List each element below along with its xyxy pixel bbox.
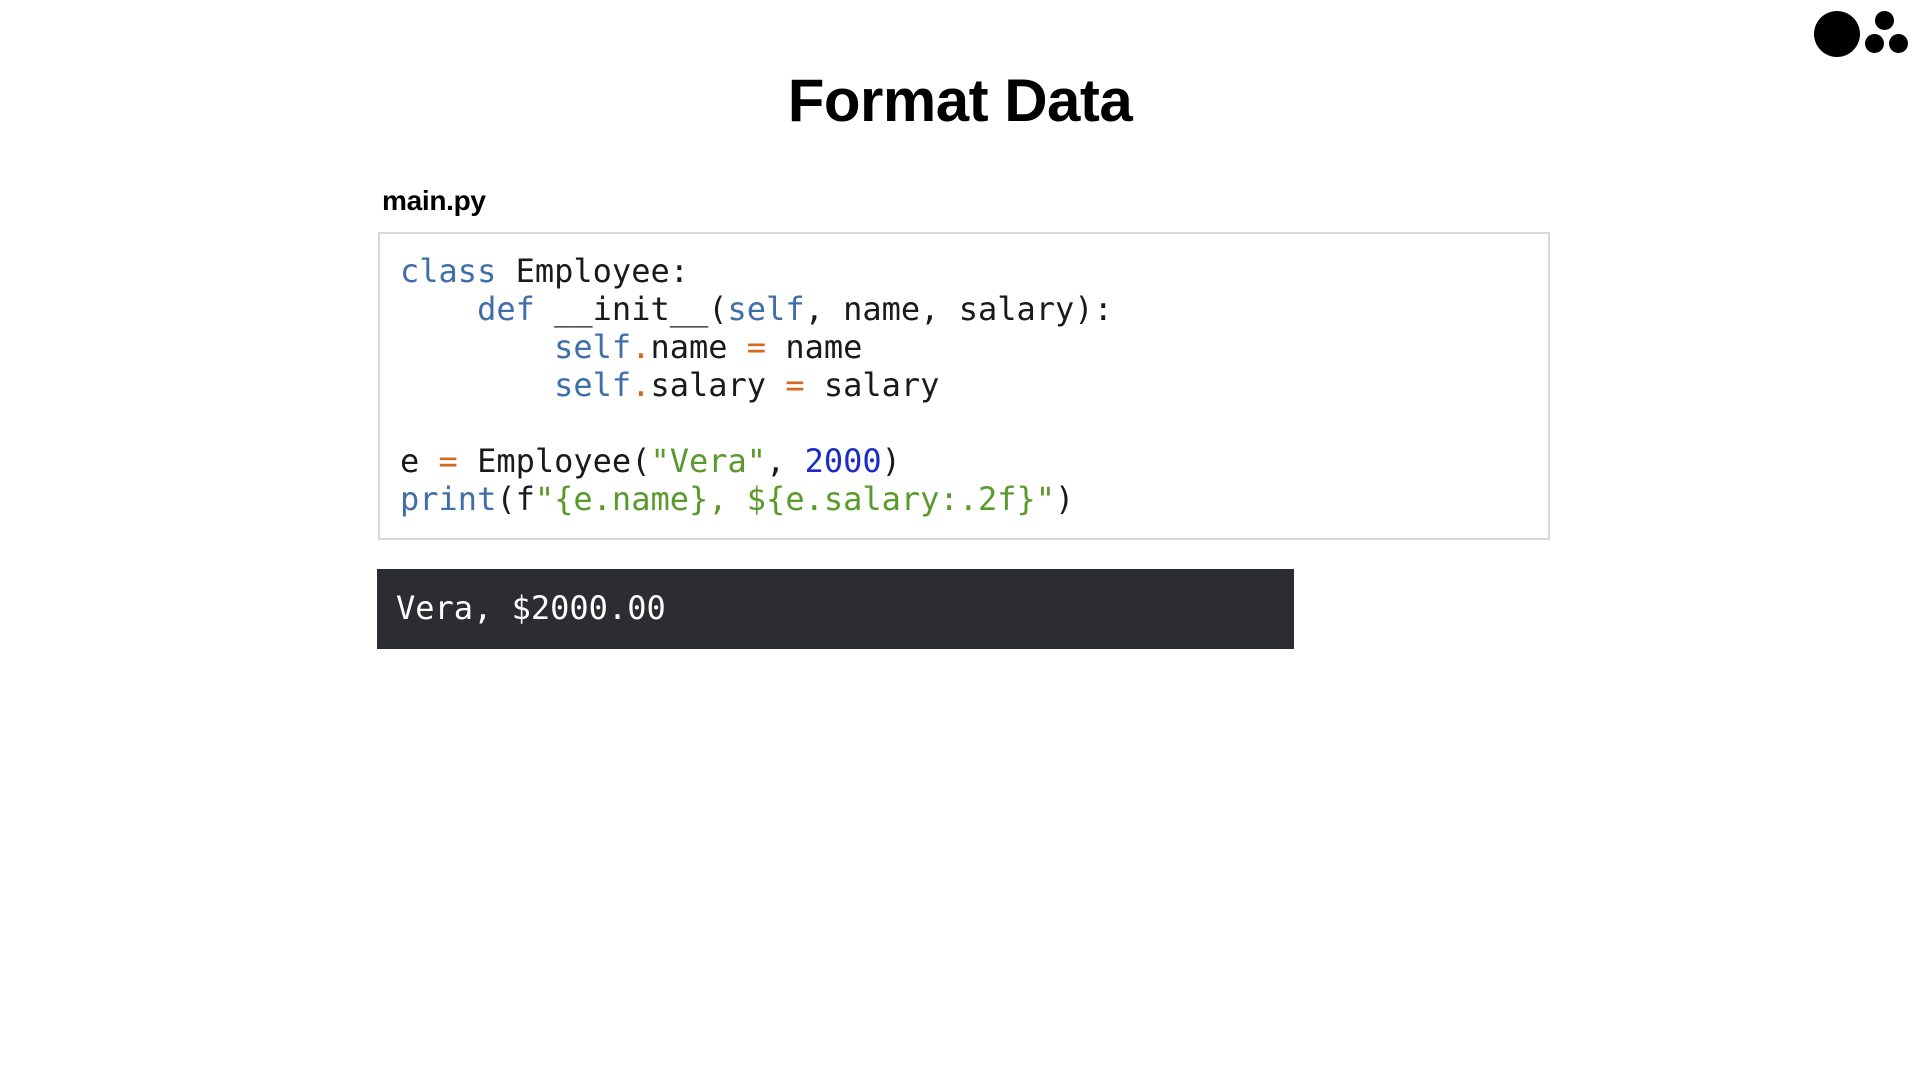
code-token: salary bbox=[650, 366, 786, 404]
code-token: print bbox=[400, 480, 497, 518]
code-line: print(f"{e.name}, ${e.salary:.2f}") bbox=[400, 480, 1074, 518]
output-console: Vera, $2000.00 bbox=[377, 569, 1294, 649]
code-token: e bbox=[400, 442, 439, 480]
code-line: class Employee: bbox=[400, 252, 689, 290]
code-token: self bbox=[554, 366, 632, 404]
logo-small-dot-right bbox=[1889, 34, 1908, 53]
code-token: __init__( bbox=[534, 290, 728, 328]
code-token: name bbox=[650, 328, 747, 366]
logo-small-dot-left bbox=[1865, 34, 1884, 53]
code-token: 2000 bbox=[804, 442, 882, 480]
logo-large-dot bbox=[1814, 11, 1860, 57]
code-token: = bbox=[785, 366, 805, 404]
code-token: name bbox=[766, 328, 863, 366]
code-line: e = Employee("Vera", 2000) bbox=[400, 442, 901, 480]
code-line: self.salary = salary bbox=[400, 366, 939, 404]
dots-logo-icon bbox=[1810, 10, 1920, 60]
code-token: . bbox=[631, 328, 651, 366]
output-text: Vera, $2000.00 bbox=[396, 589, 666, 627]
code-token: = bbox=[746, 328, 767, 366]
code-line: def __init__(self, name, salary): bbox=[400, 290, 1113, 328]
code-token: self bbox=[554, 328, 632, 366]
code-token: def bbox=[477, 290, 535, 328]
code-token: "{e.name}, ${e.salary:.2f}" bbox=[534, 480, 1056, 518]
code-filename: main.py bbox=[382, 185, 486, 216]
code-token: ) bbox=[881, 442, 901, 480]
code-line: self.name = name bbox=[400, 328, 862, 366]
code-token: class bbox=[400, 252, 497, 290]
code-token: , bbox=[766, 442, 805, 480]
code-block: class Employee: def __init__(self, name,… bbox=[378, 232, 1550, 540]
code-token: ) bbox=[1055, 480, 1075, 518]
code-token: (f bbox=[496, 480, 535, 518]
slide-title: Format Data bbox=[787, 67, 1133, 134]
code-token: Employee: bbox=[496, 252, 689, 290]
code-token: . bbox=[631, 366, 651, 404]
code-token: , name, salary): bbox=[804, 290, 1113, 328]
code-token: = bbox=[438, 442, 458, 480]
code-token: salary bbox=[804, 366, 940, 404]
code-content: class Employee: def __init__(self, name,… bbox=[400, 252, 1113, 518]
logo-small-dot-top bbox=[1875, 11, 1894, 30]
code-token: self bbox=[727, 290, 805, 328]
code-token: Employee( bbox=[457, 442, 651, 480]
code-token: "Vera" bbox=[650, 442, 767, 480]
